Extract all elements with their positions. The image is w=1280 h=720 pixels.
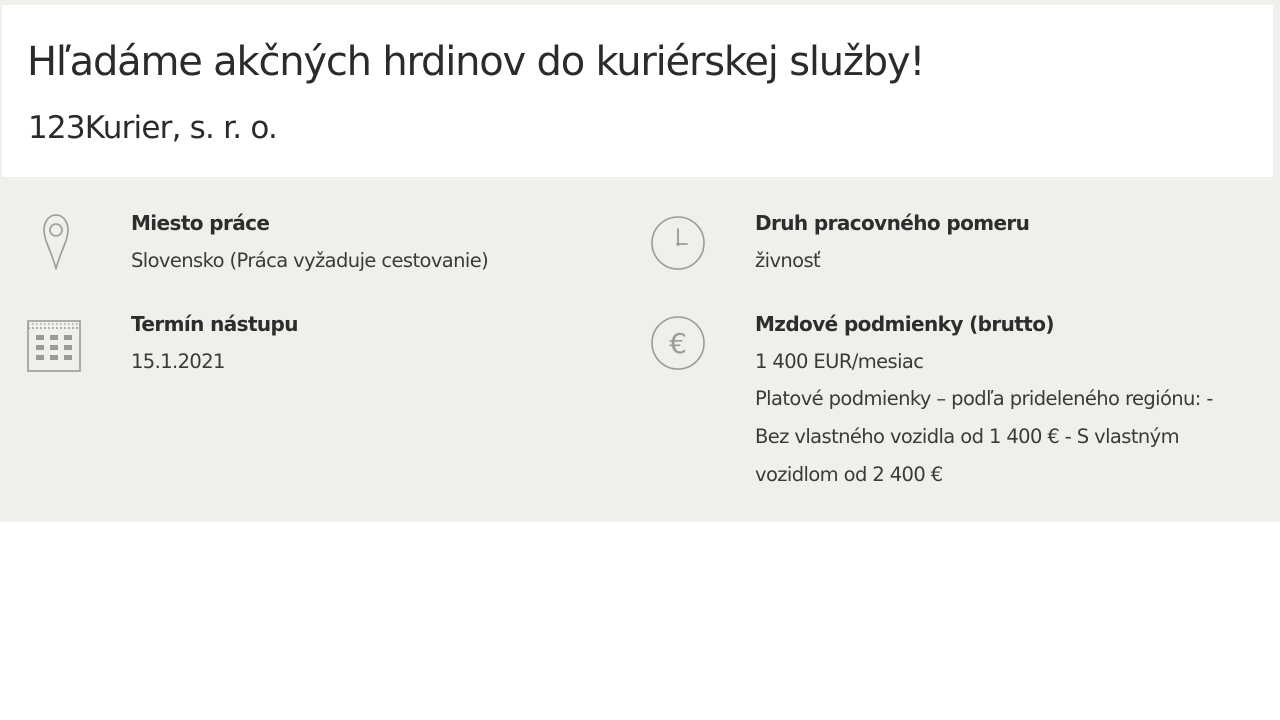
salary-note: Platové podmienky – podľa prideleného re… — [755, 387, 1213, 486]
location-label: Miesto práce — [131, 211, 270, 235]
start-date-value: 15.1.2021 — [131, 350, 225, 373]
employment-type-value: živnosť — [755, 249, 821, 272]
svg-text:€: € — [669, 327, 687, 360]
location-value: Slovensko (Práca vyžaduje cestovanie) — [131, 249, 489, 272]
salary-value: 1 400 EUR/mesiac — [755, 350, 924, 373]
calendar-icon — [26, 315, 86, 375]
map-pin-icon — [30, 213, 90, 273]
euro-icon: € — [649, 313, 709, 373]
job-details: Miesto práce Slovensko (Práca vyžaduje c… — [2, 177, 1273, 520]
company-name[interactable]: 123Kurier, s. r. o. — [28, 110, 278, 146]
clock-icon — [649, 213, 709, 273]
start-date-label: Termín nástupu — [131, 312, 299, 336]
job-card: Hľadáme akčných hrdinov do kuriérskej sl… — [2, 5, 1273, 520]
salary-label: Mzdové podmienky (brutto) — [755, 312, 1055, 336]
employment-type-label: Druh pracovného pomeru — [755, 211, 1030, 235]
job-header: Hľadáme akčných hrdinov do kuriérskej sl… — [2, 5, 1273, 177]
job-title: Hľadáme akčných hrdinov do kuriérskej sl… — [27, 39, 925, 85]
page-frame: Hľadáme akčných hrdinov do kuriérskej sl… — [0, 0, 1280, 522]
